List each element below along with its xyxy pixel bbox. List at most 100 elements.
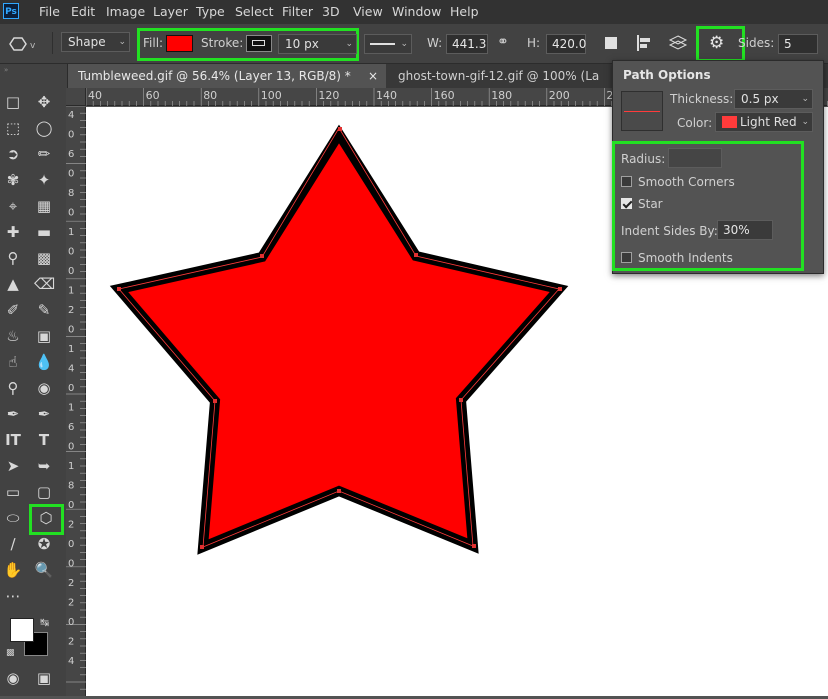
radius-field[interactable] — [668, 148, 722, 168]
marquee-ellipse-tool-icon[interactable]: ◯ — [34, 118, 54, 138]
ruler-label: 0 — [68, 383, 74, 394]
tool-mode-dropdown[interactable]: Shape ⌄ — [61, 32, 130, 52]
quick-mask-icon[interactable]: ◉ — [3, 668, 23, 688]
path-alignment-icon[interactable] — [635, 33, 655, 53]
thickness-dropdown[interactable]: 0.5 px ⌄ — [734, 89, 813, 109]
fill-label: Fill: — [143, 36, 164, 50]
menu-window[interactable]: Window — [392, 4, 441, 19]
close-icon[interactable]: × — [368, 64, 378, 88]
gradient-tool-icon[interactable]: ▣ — [34, 326, 54, 346]
ruler-label: 1 — [68, 403, 74, 414]
tool-mode-value: Shape — [68, 35, 106, 49]
smudge-tool-icon[interactable]: ☝ — [3, 352, 23, 372]
menu-bar: Ps File Edit Image Layer Type Select Fil… — [0, 0, 828, 24]
path-arrangement-icon[interactable] — [667, 33, 689, 53]
ruler-tool-icon[interactable]: ▬ — [34, 222, 54, 242]
stroke-preview-icon — [252, 40, 265, 46]
sponge-tool-icon[interactable]: ◉ — [34, 378, 54, 398]
paint-bucket-icon[interactable]: ♨ — [3, 326, 23, 346]
hand-tool-icon[interactable]: ✋ — [3, 560, 23, 580]
ellipse-tool-icon[interactable]: ⬭ — [3, 508, 23, 528]
screen-mode-icon[interactable]: ▣ — [34, 668, 54, 688]
gear-icon[interactable]: ⚙ — [709, 33, 724, 53]
color-label: Color: — [677, 116, 713, 130]
ruler-label: 2 — [68, 578, 74, 589]
height-field[interactable]: 420.0 — [546, 34, 586, 54]
stamp-tool-icon[interactable]: ▲ — [3, 274, 23, 294]
zoom-tool-icon[interactable]: 🔍 — [34, 560, 54, 580]
eraser-tool-icon[interactable]: ⌫ — [34, 274, 55, 294]
ruler-label: 40 — [88, 89, 102, 102]
star-checkbox[interactable] — [621, 198, 632, 209]
curvature-pen-icon[interactable]: ✒ — [34, 404, 54, 424]
type-tool-icon[interactable]: T — [34, 430, 54, 450]
indent-sides-field[interactable]: 30% — [717, 220, 773, 240]
polygon-tool-icon[interactable]: ⬡ — [36, 508, 56, 528]
move-tool-icon[interactable]: ✥ — [34, 92, 54, 112]
ruler-label: 0 — [68, 208, 74, 219]
artboard-tool-icon[interactable]: □ — [3, 92, 23, 112]
panel-grip[interactable]: » — [4, 67, 64, 74]
ruler-label: 2 — [68, 637, 74, 648]
stroke-swatch[interactable] — [246, 35, 272, 52]
path-operations-icon[interactable] — [605, 37, 617, 49]
line-tool-icon[interactable]: ∕ — [3, 534, 23, 554]
quick-select-tool-icon[interactable]: ✾ — [3, 170, 23, 190]
brush-tool-icon[interactable]: ✐ — [3, 300, 23, 320]
blur-tool-icon[interactable]: 💧 — [34, 352, 54, 372]
ruler-label: 1 — [68, 227, 74, 238]
custom-shape-icon[interactable]: ✪ — [34, 534, 54, 554]
path-select-icon[interactable]: ➤ — [3, 456, 23, 476]
smooth-corners-checkbox[interactable] — [621, 176, 632, 187]
color-dropdown[interactable]: Light Red ⌄ — [715, 112, 813, 132]
healing-brush-icon[interactable]: ⚲ — [3, 248, 23, 268]
sides-field[interactable]: 5 — [778, 34, 818, 54]
menu-view[interactable]: View — [353, 4, 383, 19]
swap-colors-icon[interactable]: ↹ — [40, 616, 49, 629]
frame-tool-icon[interactable]: ✚ — [3, 222, 23, 242]
dodge-tool-icon[interactable]: ⚲ — [3, 378, 23, 398]
link-icon[interactable]: ⚭ — [497, 34, 509, 50]
smooth-indents-label: Smooth Indents — [638, 251, 733, 265]
menu-edit[interactable]: Edit — [71, 4, 95, 19]
menu-help[interactable]: Help — [450, 4, 479, 19]
ruler-label: 8 — [68, 188, 74, 199]
ruler-label: 80 — [203, 89, 217, 102]
perspective-crop-icon[interactable]: ▦ — [34, 196, 54, 216]
magic-wand-tool-icon[interactable]: ✦ — [34, 170, 54, 190]
more-tools-icon[interactable]: ⋯ — [3, 586, 23, 606]
lasso-tool-icon[interactable]: ➲ — [3, 144, 23, 164]
ruler-label: 0 — [68, 539, 74, 550]
content-aware-icon[interactable]: ▩ — [34, 248, 54, 268]
menu-image[interactable]: Image — [106, 4, 145, 19]
rounded-rect-tool-icon[interactable]: ▢ — [34, 482, 54, 502]
menu-select[interactable]: Select — [235, 4, 274, 19]
star-polygon[interactable] — [109, 124, 569, 555]
polygon-tool-icon: v — [9, 37, 36, 51]
marquee-rect-tool-icon[interactable]: ⬚ — [3, 118, 23, 138]
ruler-origin[interactable] — [66, 88, 86, 106]
menu-layer[interactable]: Layer — [153, 4, 188, 19]
menu-3d[interactable]: 3D — [322, 4, 340, 19]
width-field[interactable]: 441.3 — [446, 34, 488, 54]
menu-type[interactable]: Type — [196, 4, 225, 19]
stroke-width-field[interactable]: 10 px ⌄ — [278, 34, 357, 54]
tool-preset-picker[interactable]: v — [8, 34, 38, 54]
menu-file[interactable]: File — [39, 4, 60, 19]
rectangle-tool-icon[interactable]: ▭ — [3, 482, 23, 502]
smooth-indents-checkbox[interactable] — [621, 252, 632, 263]
fill-swatch[interactable] — [166, 35, 193, 52]
menu-filter[interactable]: Filter — [282, 4, 313, 19]
foreground-color-front[interactable] — [10, 618, 34, 642]
pen-tool-icon[interactable]: ✒ — [3, 404, 23, 424]
thickness-label: Thickness: — [670, 92, 734, 106]
default-colors-icon[interactable]: ▩ — [6, 648, 15, 658]
vertical-type-icon[interactable]: IT — [3, 430, 23, 450]
pencil-tool-icon[interactable]: ✎ — [34, 300, 54, 320]
direct-select-icon[interactable]: ➥ — [34, 456, 54, 476]
crop-tool-icon[interactable]: ⌖ — [3, 196, 23, 216]
photoshop-logo-icon[interactable]: Ps — [3, 3, 19, 19]
stroke-type-dropdown[interactable]: ⌄ — [364, 34, 412, 54]
eyedropper-tool-icon[interactable]: ✏ — [34, 144, 54, 164]
tab-tumbleweed[interactable]: Tumbleweed.gif @ 56.4% (Layer 13, RGB/8)… — [68, 64, 386, 88]
